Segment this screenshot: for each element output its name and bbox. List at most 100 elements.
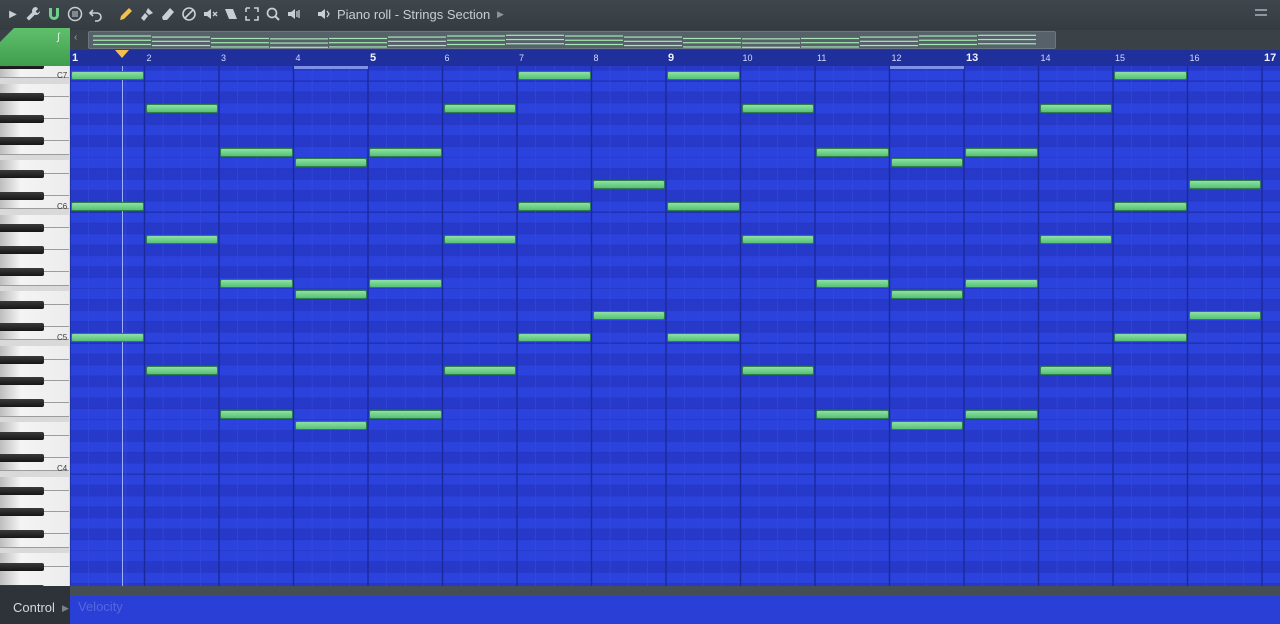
black-key[interactable] [0, 137, 44, 146]
black-key[interactable] [0, 563, 44, 571]
note-a5-bar-6[interactable] [443, 234, 516, 244]
note-f5-bar-3[interactable] [220, 278, 293, 288]
audition-icon[interactable] [314, 6, 332, 24]
black-key[interactable] [0, 355, 44, 364]
note-f6-bar-3[interactable] [220, 147, 293, 157]
control-menu-arrow-icon[interactable]: ▶ [62, 603, 69, 614]
bar-number: 15 [1115, 53, 1126, 63]
overview-note [329, 37, 387, 40]
play-arrow-icon[interactable]: ▶ [4, 6, 22, 24]
black-key[interactable] [0, 530, 44, 539]
black-key[interactable] [0, 169, 44, 178]
black-key[interactable] [0, 377, 44, 386]
velocity-lane[interactable]: Velocity [70, 596, 1280, 624]
black-key[interactable] [0, 224, 44, 233]
note-c6-bar-1[interactable] [71, 202, 144, 212]
overview-note [860, 44, 918, 47]
note-d5-bar-16[interactable] [1188, 311, 1261, 321]
note-c7-bar-15[interactable] [1114, 71, 1187, 81]
bar-number: 7 [519, 53, 525, 63]
note-f6-bar-11[interactable] [816, 147, 889, 157]
bar-number: 12 [891, 53, 902, 63]
pencil-icon[interactable] [117, 6, 135, 24]
select-icon[interactable] [243, 6, 261, 24]
note-a6-bar-10[interactable] [741, 103, 814, 113]
eraser-icon[interactable] [159, 6, 177, 24]
undo-icon[interactable] [87, 6, 105, 24]
mute-circle-icon[interactable] [180, 6, 198, 24]
black-key[interactable] [0, 453, 44, 462]
note-d6-bar-8[interactable] [592, 180, 665, 190]
note-e5-bar-12[interactable] [890, 289, 963, 299]
title-menu-arrow-icon[interactable]: ▶ [497, 9, 504, 20]
black-key[interactable] [0, 115, 44, 124]
black-key[interactable] [0, 399, 44, 408]
note-f4-bar-5[interactable] [369, 409, 442, 419]
window-title[interactable]: Piano roll - Strings Section [337, 7, 490, 22]
note-c5-bar-15[interactable] [1114, 333, 1187, 343]
magnet-icon[interactable] [45, 6, 63, 24]
black-key[interactable] [0, 246, 44, 255]
speaker-icon[interactable] [285, 6, 303, 24]
black-key[interactable] [0, 268, 44, 277]
note-c7-bar-9[interactable] [667, 71, 740, 81]
time-ruler[interactable]: 1 2 3 4 5 6 7 8 9 10 11 12 13 14 15 16 17 [70, 50, 1280, 67]
note-a6-bar-2[interactable] [145, 103, 218, 113]
pattern-overview-scrollbar[interactable] [88, 31, 1056, 49]
window-menu-grip-icon[interactable] [1255, 9, 1267, 21]
note-c5-bar-9[interactable] [667, 333, 740, 343]
speaker-mute-icon[interactable] [201, 6, 219, 24]
note-a4-bar-6[interactable] [443, 365, 516, 375]
event-editor-divider[interactable] [70, 586, 1280, 596]
note-f4-bar-11[interactable] [816, 409, 889, 419]
scroll-left-icon[interactable]: ‹ [74, 32, 77, 43]
black-key[interactable] [0, 300, 44, 309]
note-c5-bar-1[interactable] [71, 333, 144, 343]
black-key[interactable] [0, 66, 44, 69]
note-a5-bar-10[interactable] [741, 234, 814, 244]
note-a6-bar-14[interactable] [1039, 103, 1112, 113]
note-e4-bar-4[interactable] [294, 420, 367, 430]
note-f4-bar-3[interactable] [220, 409, 293, 419]
black-key[interactable] [0, 431, 44, 440]
note-grid[interactable] [70, 66, 1280, 586]
piano-keyboard[interactable]: C7 C6 C5 C4 [0, 66, 71, 586]
black-key[interactable] [0, 191, 44, 200]
note-f4-bar-13[interactable] [965, 409, 1038, 419]
note-c6-bar-15[interactable] [1114, 202, 1187, 212]
note-e6-bar-4[interactable] [294, 158, 367, 168]
black-key[interactable] [0, 93, 44, 102]
note-e6-bar-12[interactable] [890, 158, 963, 168]
zoom-icon[interactable] [264, 6, 282, 24]
note-c6-bar-7[interactable] [518, 202, 591, 212]
slice-icon[interactable] [222, 6, 240, 24]
control-selector[interactable]: Control [13, 600, 55, 615]
menu-circle-icon[interactable] [66, 6, 84, 24]
note-f5-bar-5[interactable] [369, 278, 442, 288]
note-f5-bar-11[interactable] [816, 278, 889, 288]
note-d5-bar-8[interactable] [592, 311, 665, 321]
black-key[interactable] [0, 508, 44, 517]
note-c5-bar-7[interactable] [518, 333, 591, 343]
note-f5-bar-13[interactable] [965, 278, 1038, 288]
note-c7-bar-7[interactable] [518, 71, 591, 81]
note-c7-bar-1[interactable] [71, 71, 144, 81]
note-f6-bar-5[interactable] [369, 147, 442, 157]
note-a4-bar-10[interactable] [741, 365, 814, 375]
note-a4-bar-2[interactable] [145, 365, 218, 375]
wrench-icon[interactable] [24, 6, 42, 24]
overview-note [329, 46, 387, 48]
paint-brush-icon[interactable] [138, 6, 156, 24]
note-a5-bar-2[interactable] [145, 234, 218, 244]
note-a5-bar-14[interactable] [1039, 234, 1112, 244]
note-f6-bar-13[interactable] [965, 147, 1038, 157]
black-key[interactable] [0, 322, 44, 331]
note-c6-bar-9[interactable] [667, 202, 740, 212]
black-key[interactable] [0, 486, 44, 495]
note-d6-bar-16[interactable] [1188, 180, 1261, 190]
playhead-marker[interactable] [115, 50, 130, 58]
note-e4-bar-12[interactable] [890, 420, 963, 430]
note-a4-bar-14[interactable] [1039, 365, 1112, 375]
note-a6-bar-6[interactable] [443, 103, 516, 113]
note-e5-bar-4[interactable] [294, 289, 367, 299]
